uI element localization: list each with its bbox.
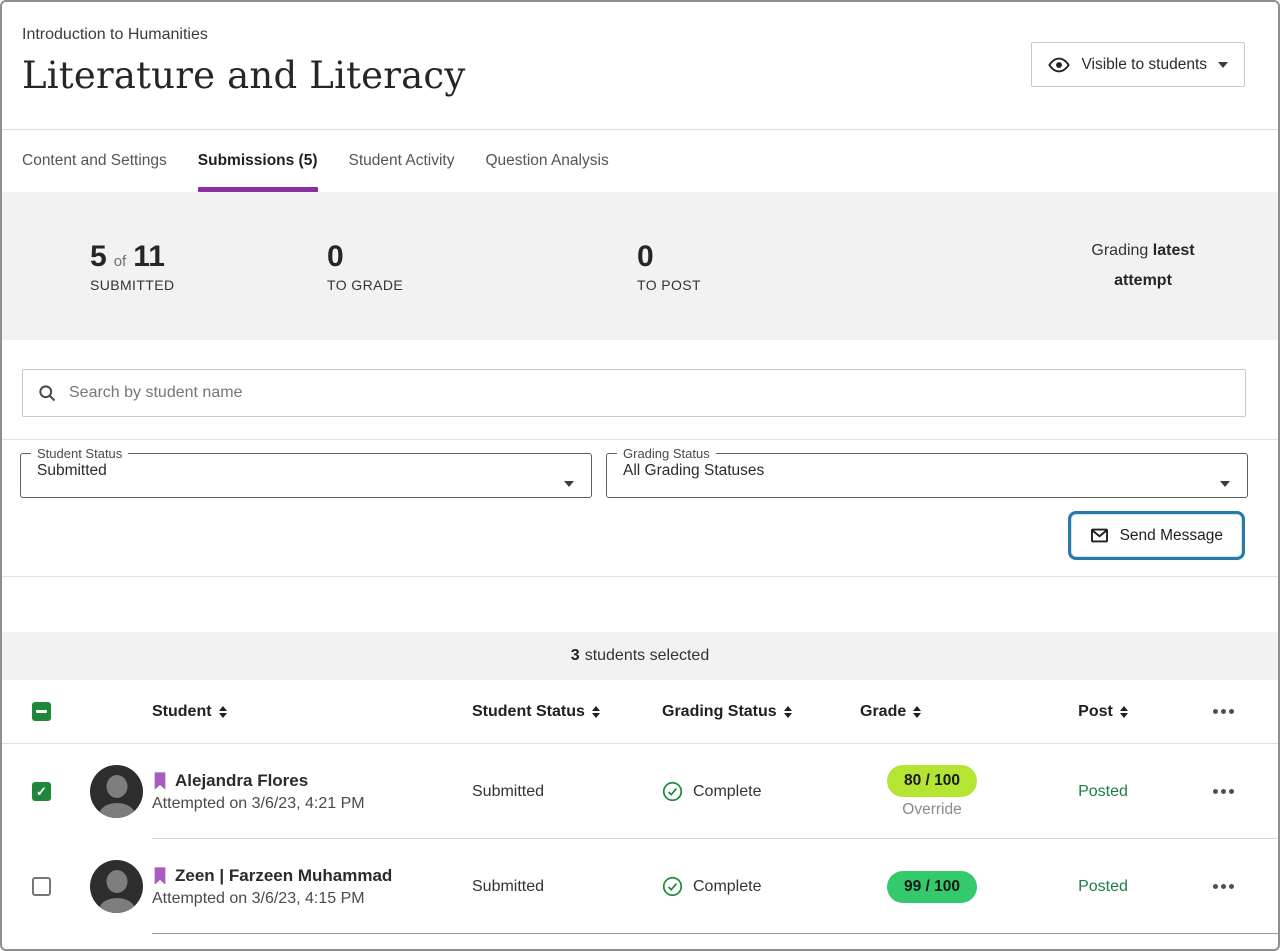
column-label: Post [1078, 703, 1113, 721]
grade-cell: 99 / 100 [842, 871, 1022, 903]
column-header-grading-status[interactable]: Grading Status [662, 703, 842, 721]
column-header-student-status[interactable]: Student Status [472, 703, 662, 721]
grading-status-label: Grading Status [617, 446, 716, 461]
student-status-select[interactable]: Student Status Submitted [20, 446, 592, 498]
stat-to-post: 0 TO POST [637, 240, 874, 293]
submitted-of: of [114, 253, 127, 270]
divider [2, 576, 1278, 577]
stats-bar: 5 of 11 SUBMITTED 0 TO GRADE 0 TO POST G… [2, 192, 1278, 340]
selection-summary: 3 students selected [2, 632, 1278, 680]
page-header: Introduction to Humanities Literature an… [2, 2, 1278, 130]
table-row: ✓ Alejandra Flores Attempted on 3/6/23, … [2, 744, 1278, 839]
student-status-cell: Submitted [472, 783, 662, 801]
table-row: Zeen | Farzeen Muhammad Attempted on 3/6… [2, 839, 1278, 934]
search-bar[interactable] [22, 369, 1246, 417]
tab-student-activity[interactable]: Student Activity [349, 130, 455, 192]
column-label: Grade [860, 703, 906, 721]
to-post-count: 0 [637, 240, 654, 274]
attempted-on: Attempted on 3/6/23, 4:21 PM [152, 795, 472, 813]
row-options-menu[interactable] [1184, 884, 1262, 889]
indeterminate-mark [36, 710, 47, 713]
bookmark-icon [152, 866, 168, 886]
sort-icon [592, 706, 600, 718]
post-status-link[interactable]: Posted [1022, 878, 1184, 896]
row-divider [152, 933, 1278, 934]
send-message-label: Send Message [1120, 527, 1223, 545]
chevron-down-icon [1218, 62, 1228, 68]
sort-icon [219, 706, 227, 718]
filters-row: Student Status Submitted Grading Status … [2, 440, 1278, 498]
tab-question-analysis[interactable]: Question Analysis [485, 130, 608, 192]
row-options-menu[interactable] [1184, 789, 1262, 794]
student-name-link[interactable]: Zeen | Farzeen Muhammad [175, 866, 392, 886]
sort-icon [1120, 706, 1128, 718]
tab-submissions[interactable]: Submissions (5) [198, 130, 318, 192]
assessment-submissions-page: Introduction to Humanities Literature an… [0, 0, 1280, 951]
student-status-value: Submitted [21, 461, 591, 480]
student-name-link[interactable]: Alejandra Flores [175, 771, 308, 791]
submitted-total: 11 [133, 240, 165, 274]
post-status-link[interactable]: Posted [1022, 783, 1184, 801]
check-mark: ✓ [36, 785, 47, 798]
stat-submitted: 5 of 11 SUBMITTED [90, 240, 327, 293]
grading-status-value: All Grading Statuses [607, 461, 1247, 480]
grading-status-label: Complete [693, 878, 761, 896]
chevron-down-icon [1220, 481, 1230, 487]
grading-status-cell: Complete [662, 876, 842, 897]
grading-status-select[interactable]: Grading Status All Grading Statuses [606, 446, 1248, 498]
selected-count: 3 [571, 647, 580, 665]
table-options-menu[interactable] [1184, 709, 1262, 714]
grade-override-note: Override [902, 801, 961, 819]
column-header-post[interactable]: Post [1022, 703, 1184, 721]
grading-status-label: Complete [693, 783, 761, 801]
to-grade-count: 0 [327, 240, 344, 274]
visibility-label: Visible to students [1081, 56, 1207, 74]
send-message-row: Send Message [2, 498, 1278, 560]
grade-pill[interactable]: 80 / 100 [887, 765, 977, 797]
avatar [90, 765, 143, 818]
column-header-grade[interactable]: Grade [842, 703, 1022, 721]
chevron-down-icon [564, 481, 574, 487]
column-label: Student [152, 703, 212, 721]
avatar [90, 860, 143, 913]
grade-pill[interactable]: 99 / 100 [887, 871, 977, 903]
sort-icon [784, 706, 792, 718]
grade-cell: 80 / 100 Override [842, 765, 1022, 819]
search-input[interactable] [69, 384, 1231, 402]
check-circle-icon [662, 876, 683, 897]
bookmark-icon [152, 771, 168, 791]
to-grade-label: TO GRADE [327, 277, 637, 293]
submitted-count: 5 [90, 240, 107, 274]
search-icon [37, 383, 57, 403]
attempted-on: Attempted on 3/6/23, 4:15 PM [152, 890, 472, 908]
grading-status-cell: Complete [662, 781, 842, 802]
column-label: Student Status [472, 703, 585, 721]
envelope-icon [1090, 526, 1109, 545]
student-cell: Alejandra Flores Attempted on 3/6/23, 4:… [152, 771, 472, 813]
stat-to-grade: 0 TO GRADE [327, 240, 637, 293]
student-cell: Zeen | Farzeen Muhammad Attempted on 3/6… [152, 866, 472, 908]
row-checkbox[interactable] [32, 877, 51, 896]
tab-content-and-settings[interactable]: Content and Settings [22, 130, 167, 192]
grading-mode-prefix: Grading [1091, 242, 1152, 259]
student-status-cell: Submitted [472, 878, 662, 896]
check-circle-icon [662, 781, 683, 802]
to-post-label: TO POST [637, 277, 874, 293]
visibility-dropdown[interactable]: Visible to students [1031, 42, 1245, 87]
grading-mode-text: Grading latest attempt [1068, 236, 1218, 295]
send-message-button[interactable]: Send Message [1071, 514, 1242, 557]
row-checkbox[interactable]: ✓ [32, 782, 51, 801]
column-header-student[interactable]: Student [152, 703, 472, 721]
student-status-label: Student Status [31, 446, 128, 461]
sort-icon [913, 706, 921, 718]
select-all-checkbox[interactable] [32, 702, 51, 721]
column-label: Grading Status [662, 703, 777, 721]
tab-bar: Content and Settings Submissions (5) Stu… [2, 130, 1278, 192]
selected-text: students selected [585, 647, 710, 665]
submitted-label: SUBMITTED [90, 277, 327, 293]
table-header-row: Student Student Status Grading Status Gr… [2, 680, 1278, 744]
eye-icon [1048, 54, 1070, 76]
